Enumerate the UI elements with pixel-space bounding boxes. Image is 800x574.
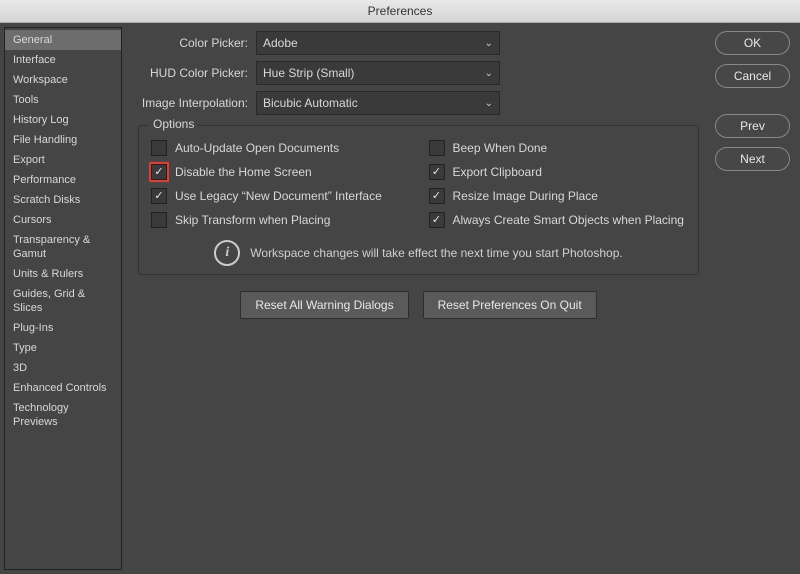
info-icon: i bbox=[214, 240, 240, 266]
checkbox-box[interactable] bbox=[151, 212, 167, 228]
checkbox-label: Resize Image During Place bbox=[453, 189, 598, 203]
row-image-interpolation: Image Interpolation: Bicubic Automatic ⌄ bbox=[138, 91, 699, 115]
titlebar: Preferences bbox=[0, 0, 800, 23]
select-hud-color-picker[interactable]: Hue Strip (Small) ⌄ bbox=[256, 61, 500, 85]
options-legend: Options bbox=[149, 117, 198, 131]
actions-column: OK Cancel Prev Next bbox=[711, 23, 800, 574]
checkbox-label: Auto-Update Open Documents bbox=[175, 141, 339, 155]
checkbox-box[interactable] bbox=[151, 188, 167, 204]
checkbox-label: Export Clipboard bbox=[453, 165, 542, 179]
checkbox-label: Disable the Home Screen bbox=[175, 165, 312, 179]
sidebar-item-interface[interactable]: Interface bbox=[5, 50, 121, 70]
chevron-down-icon: ⌄ bbox=[485, 98, 493, 109]
checkbox-legacy-newdoc[interactable]: Use Legacy “New Document” Interface bbox=[151, 188, 409, 204]
options-fieldset: Options Auto-Update Open DocumentsBeep W… bbox=[138, 125, 699, 275]
checkbox-resize-place[interactable]: Resize Image During Place bbox=[429, 188, 687, 204]
checkbox-label: Use Legacy “New Document” Interface bbox=[175, 189, 382, 203]
sidebar-item-file-handling[interactable]: File Handling bbox=[5, 130, 121, 150]
label-color-picker: Color Picker: bbox=[138, 36, 248, 50]
sidebar-item-workspace[interactable]: Workspace bbox=[5, 70, 121, 90]
select-hud-value: Hue Strip (Small) bbox=[263, 66, 354, 80]
sidebar-item-history-log[interactable]: History Log bbox=[5, 110, 121, 130]
ok-button[interactable]: OK bbox=[715, 31, 790, 55]
sidebar-item-type[interactable]: Type bbox=[5, 338, 121, 358]
sidebar-item-export[interactable]: Export bbox=[5, 150, 121, 170]
info-row: i Workspace changes will take effect the… bbox=[151, 240, 686, 266]
sidebar-item-performance[interactable]: Performance bbox=[5, 170, 121, 190]
checkbox-box[interactable] bbox=[429, 164, 445, 180]
checkbox-auto-update[interactable]: Auto-Update Open Documents bbox=[151, 140, 409, 156]
checkbox-label: Beep When Done bbox=[453, 141, 548, 155]
reset-prefs-button[interactable]: Reset Preferences On Quit bbox=[423, 291, 597, 319]
checkbox-smart-objects[interactable]: Always Create Smart Objects when Placing bbox=[429, 212, 687, 228]
cancel-button[interactable]: Cancel bbox=[715, 64, 790, 88]
chevron-down-icon: ⌄ bbox=[485, 68, 493, 79]
checkbox-box[interactable] bbox=[429, 188, 445, 204]
sidebar-item-scratch-disks[interactable]: Scratch Disks bbox=[5, 190, 121, 210]
row-color-picker: Color Picker: Adobe ⌄ bbox=[138, 31, 699, 55]
checkbox-disable-home[interactable]: Disable the Home Screen bbox=[151, 164, 409, 180]
sidebar-item-cursors[interactable]: Cursors bbox=[5, 210, 121, 230]
checkbox-box[interactable] bbox=[151, 140, 167, 156]
reset-button-row: Reset All Warning Dialogs Reset Preferen… bbox=[138, 291, 699, 319]
sidebar-item-enhanced-controls[interactable]: Enhanced Controls bbox=[5, 378, 121, 398]
checkbox-box[interactable] bbox=[429, 140, 445, 156]
sidebar-item-guides-grid-slices[interactable]: Guides, Grid & Slices bbox=[5, 284, 121, 318]
checkbox-label: Always Create Smart Objects when Placing bbox=[453, 213, 684, 227]
checkbox-box[interactable] bbox=[151, 164, 167, 180]
sidebar-item-tools[interactable]: Tools bbox=[5, 90, 121, 110]
label-image-interpolation: Image Interpolation: bbox=[138, 96, 248, 110]
window-title: Preferences bbox=[368, 4, 433, 18]
select-image-interpolation[interactable]: Bicubic Automatic ⌄ bbox=[256, 91, 500, 115]
label-hud-color-picker: HUD Color Picker: bbox=[138, 66, 248, 80]
reset-warnings-button[interactable]: Reset All Warning Dialogs bbox=[240, 291, 408, 319]
checkbox-export-clip[interactable]: Export Clipboard bbox=[429, 164, 687, 180]
sidebar-item-3d[interactable]: 3D bbox=[5, 358, 121, 378]
checkbox-skip-transform[interactable]: Skip Transform when Placing bbox=[151, 212, 409, 228]
main-panel: Color Picker: Adobe ⌄ HUD Color Picker: … bbox=[122, 23, 711, 574]
next-button[interactable]: Next bbox=[715, 147, 790, 171]
checkbox-beep[interactable]: Beep When Done bbox=[429, 140, 687, 156]
prev-button[interactable]: Prev bbox=[715, 114, 790, 138]
chevron-down-icon: ⌄ bbox=[485, 38, 493, 49]
sidebar-item-plug-ins[interactable]: Plug-Ins bbox=[5, 318, 121, 338]
select-interp-value: Bicubic Automatic bbox=[263, 96, 358, 110]
info-text: Workspace changes will take effect the n… bbox=[250, 246, 622, 260]
checkbox-box[interactable] bbox=[429, 212, 445, 228]
sidebar-item-transparency-gamut[interactable]: Transparency & Gamut bbox=[5, 230, 121, 264]
row-hud-color-picker: HUD Color Picker: Hue Strip (Small) ⌄ bbox=[138, 61, 699, 85]
sidebar-item-technology-previews[interactable]: Technology Previews bbox=[5, 398, 121, 432]
checkbox-label: Skip Transform when Placing bbox=[175, 213, 330, 227]
sidebar-item-general[interactable]: General bbox=[5, 30, 121, 50]
options-grid: Auto-Update Open Documents Beep When Done… bbox=[151, 140, 686, 228]
select-color-picker-value: Adobe bbox=[263, 36, 298, 50]
preferences-window: Preferences GeneralInterfaceWorkspaceToo… bbox=[0, 0, 800, 574]
sidebar-item-units-rulers[interactable]: Units & Rulers bbox=[5, 264, 121, 284]
category-sidebar: GeneralInterfaceWorkspaceToolsHistory Lo… bbox=[4, 27, 122, 570]
select-color-picker[interactable]: Adobe ⌄ bbox=[256, 31, 500, 55]
window-body: GeneralInterfaceWorkspaceToolsHistory Lo… bbox=[0, 23, 800, 574]
